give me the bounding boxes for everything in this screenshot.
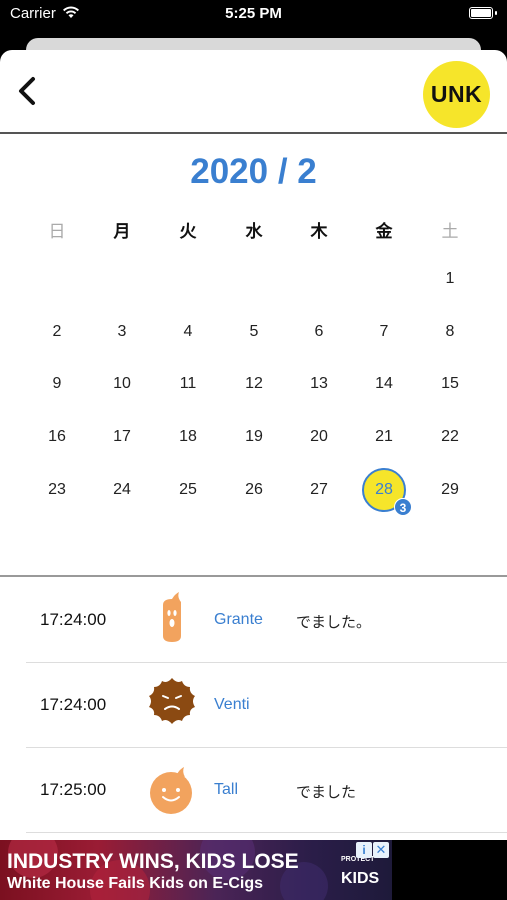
main-sheet: UNK 2020 / 2 日月火水木金土 1 2 3 4 5 6 7 8 9 10 11 12 13 14 1… [0,50,507,840]
calendar-day[interactable]: 15 [427,369,473,399]
calendar-day[interactable]: 6 [296,317,342,347]
app-logo[interactable]: UNK [423,61,490,128]
selected-day[interactable]: 28 3 [362,468,412,516]
calendar-day[interactable]: 14 [361,369,407,399]
ad-banner[interactable]: INDUSTRY WINS, KIDS LOSE White House Fai… [0,840,392,900]
calendar-day[interactable]: 13 [296,369,342,399]
log-row[interactable]: 17:24:00 Venti [26,663,507,748]
calendar-day[interactable]: 19 [231,422,277,452]
calendar-day[interactable]: 16 [34,422,80,452]
ad-headline: INDUSTRY WINS, KIDS LOSE [7,850,299,873]
grante-poop-icon [163,592,181,642]
venti-poop-icon [149,678,195,724]
log-size: Grante [214,611,263,628]
battery-icon [469,7,497,19]
chevron-left-icon [19,77,35,105]
calendar-day[interactable]: 25 [165,475,211,505]
calendar-day[interactable]: 8 [427,317,473,347]
calendar-day[interactable]: 20 [296,422,342,452]
log-time: 17:24:00 [40,610,107,629]
tall-poop-icon [150,767,192,814]
calendar-day[interactable]: 2 [34,317,80,347]
log-note: でました。 [296,613,372,631]
log-time: 17:25:00 [40,780,107,799]
ad-subheadline: White House Fails Kids on E-Cigs [7,875,264,892]
section-divider [0,575,507,577]
log-row[interactable]: 17:25:00 Tall でました [26,748,507,833]
calendar-day[interactable]: 5 [231,317,277,347]
ad-brand: KIDS [341,870,380,887]
battery-level [471,9,491,17]
log-size: Tall [214,781,239,798]
calendar-day[interactable]: 27 [296,475,342,505]
calendar-day[interactable]: 24 [99,475,145,505]
calendar-day[interactable]: 11 [165,369,211,399]
weekday-label: 木 [310,222,328,242]
log-time: 17:24:00 [40,695,107,714]
log-row[interactable]: 17:24:00 Grante でました。 [26,578,507,663]
calendar-day[interactable]: 23 [34,475,80,505]
weekday-label: 月 [113,222,131,242]
calendar-day[interactable]: 4 [165,317,211,347]
calendar-day[interactable]: 7 [361,317,407,347]
calendar-day[interactable]: 22 [427,422,473,452]
weekday-label: 日 [48,222,66,242]
weekday-label: 火 [179,222,197,242]
back-button[interactable] [14,74,44,108]
calendar-day[interactable]: 1 [427,264,473,294]
nav-bar: UNK [0,50,507,134]
ad-filler [392,840,507,900]
calendar-day[interactable]: 21 [361,422,407,452]
calendar-day[interactable]: 3 [99,317,145,347]
ad-info-icon[interactable]: i [356,842,372,858]
calendar-day[interactable]: 12 [231,369,277,399]
calendar-day[interactable]: 26 [231,475,277,505]
calendar-day[interactable]: 17 [99,422,145,452]
ad-close-icon[interactable]: ✕ [373,842,389,858]
calendar-day[interactable]: 9 [34,369,80,399]
calendar-day[interactable]: 10 [99,369,145,399]
calendar-day[interactable]: 18 [165,422,211,452]
calendar-day[interactable]: 29 [427,475,473,505]
status-bar: Carrier 5:25 PM [0,0,507,28]
weekday-label: 水 [245,222,263,242]
month-title: 2020 / 2 [190,152,317,191]
log-size: Venti [214,696,250,713]
weekday-label: 金 [375,222,393,242]
weekday-label: 土 [441,222,459,242]
entry-count-badge: 3 [394,498,412,516]
status-time: 5:25 PM [225,5,282,22]
log-note: でました [296,783,357,801]
